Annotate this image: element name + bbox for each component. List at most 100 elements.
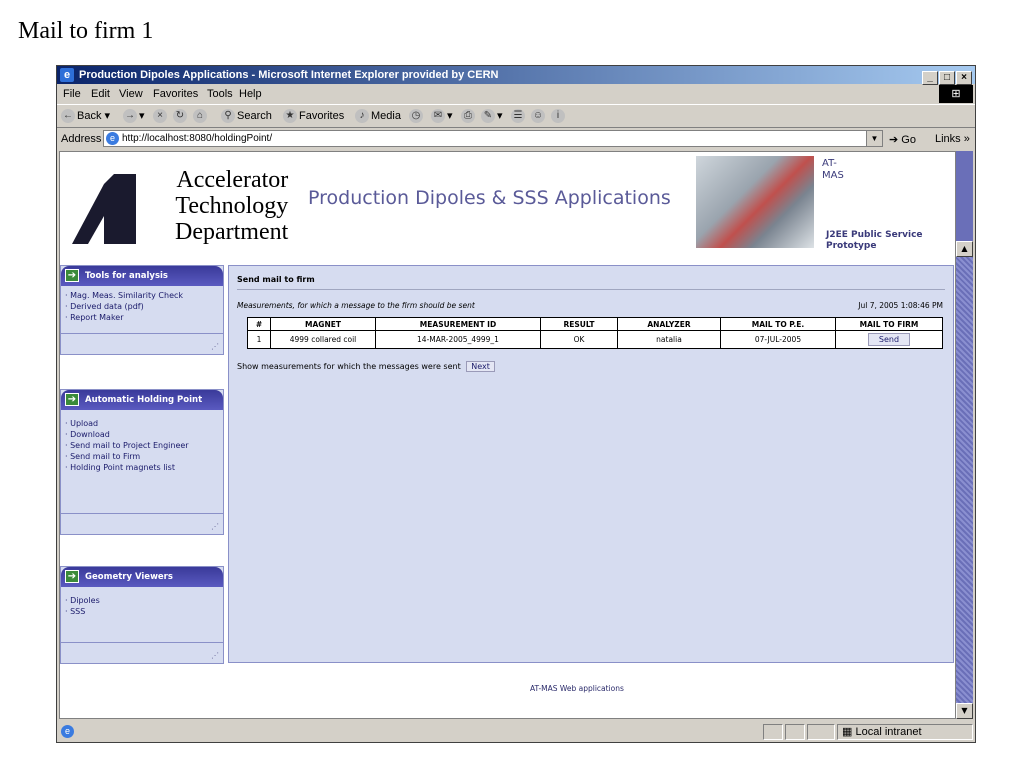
messenger-icon: ☺ <box>531 109 545 123</box>
search-button[interactable]: ⚲ Search <box>221 109 272 123</box>
col-mail-pe: MAIL TO P.E. <box>720 317 836 331</box>
arrow-right-icon: ➔ <box>65 570 79 583</box>
minimize-button[interactable]: _ <box>922 71 938 85</box>
sidebar-link-send-mail-pe[interactable]: · Send mail to Project Engineer <box>65 440 219 451</box>
next-button[interactable]: Next <box>466 361 495 372</box>
links-button[interactable]: Links » <box>935 133 970 145</box>
panel-header: ➔ Tools for analysis <box>61 266 223 286</box>
resize-grip-icon: ⋰ <box>211 522 219 531</box>
scroll-thumb[interactable] <box>956 257 973 703</box>
ie-icon: e <box>60 68 74 82</box>
refresh-button[interactable]: ↻ <box>173 109 189 123</box>
browser-window: e Production Dipoles Applications - Micr… <box>56 65 976 743</box>
messenger-button[interactable]: ☺ <box>531 109 547 123</box>
address-label: Address <box>61 133 102 145</box>
cell-measurement-id: 14-MAR-2005_4999_1 <box>375 330 541 349</box>
info-button[interactable]: i <box>551 109 567 123</box>
print-button[interactable]: ⎙ <box>461 109 477 123</box>
col-mail-firm: MAIL TO FIRM <box>835 317 943 331</box>
scroll-down-icon[interactable]: ▼ <box>956 703 973 719</box>
sidebar-link-holding-point-list[interactable]: · Holding Point magnets list <box>65 462 219 473</box>
panel-automatic-holding-point: ➔ Automatic Holding Point · Upload · Dow… <box>60 389 224 535</box>
col-measurement-id: MEASUREMENT ID <box>375 317 541 331</box>
window-title: Production Dipoles Applications - Micros… <box>79 69 499 81</box>
media-button[interactable]: ♪ Media <box>355 109 401 123</box>
menu-bar: File Edit View Favorites Tools Help ⊞ <box>57 84 975 105</box>
cell-result: OK <box>540 330 618 349</box>
history-icon: ◷ <box>409 109 423 123</box>
go-button[interactable]: ➔ Go <box>889 133 916 146</box>
sidebar-link-dipoles[interactable]: · Dipoles <box>65 595 219 606</box>
home-button[interactable]: ⌂ <box>193 109 209 123</box>
menu-view[interactable]: View <box>119 88 143 100</box>
mail-icon: ✉ <box>431 109 445 124</box>
print-icon: ⎙ <box>461 109 475 123</box>
favorites-button[interactable]: ★ Favorites <box>283 109 344 123</box>
stop-button[interactable]: × <box>153 109 169 123</box>
panel-geometry-viewers: ➔ Geometry Viewers · Dipoles · SSS ⋰ <box>60 566 224 664</box>
address-value: http://localhost:8080/holdingPoint/ <box>122 133 273 144</box>
arrow-right-icon: ➔ <box>65 269 79 282</box>
status-bar: e ▦ Local intranet <box>57 722 975 742</box>
resize-grip-icon: ⋰ <box>211 342 219 351</box>
address-input[interactable]: e http://localhost:8080/holdingPoint/ ▼ <box>103 130 883 147</box>
timestamp: Jul 7, 2005 1:08:46 PM <box>858 301 943 310</box>
send-button[interactable]: Send <box>867 333 911 346</box>
menu-file[interactable]: File <box>63 88 81 100</box>
forward-button[interactable]: → ▾ <box>123 109 145 124</box>
sidebar-link-download[interactable]: · Download <box>65 429 219 440</box>
cell-mail-firm: Send <box>835 330 943 349</box>
stop-icon: × <box>153 109 167 123</box>
footer-link[interactable]: AT-MAS Web applications <box>530 684 624 693</box>
resize-grip-icon: ⋰ <box>211 651 219 660</box>
table-row: 1 4999 collared coil 14-MAR-2005_4999_1 … <box>247 330 943 349</box>
mail-button[interactable]: ✉ ▾ <box>431 109 453 124</box>
table-header-row: # MAGNET MEASUREMENT ID RESULT ANALYZER … <box>247 317 943 331</box>
edit-icon: ✎ <box>481 109 495 124</box>
sidebar-link-similarity-check[interactable]: · Mag. Meas. Similarity Check <box>65 290 219 301</box>
discuss-button[interactable]: ☰ <box>511 109 527 123</box>
menu-favorites[interactable]: Favorites <box>153 88 198 100</box>
col-magnet: MAGNET <box>270 317 376 331</box>
edit-button[interactable]: ✎ ▾ <box>481 109 503 124</box>
status-cell <box>785 724 805 740</box>
logo-line-accelerator: Accelerator <box>176 167 289 193</box>
maximize-button[interactable]: □ <box>939 71 955 85</box>
menu-edit[interactable]: Edit <box>91 88 110 100</box>
address-bar: Address e http://localhost:8080/holdingP… <box>57 128 975 150</box>
at-logo-icon <box>72 174 136 244</box>
show-sent-row: Show measurements for which the messages… <box>237 361 495 372</box>
sidebar-link-report-maker[interactable]: · Report Maker <box>65 312 219 323</box>
col-analyzer: ANALYZER <box>617 317 721 331</box>
logo-line-department: Department <box>175 219 289 245</box>
logo-line-technology: Technology <box>175 193 289 219</box>
close-button[interactable]: × <box>956 71 972 85</box>
status-cell <box>807 724 835 740</box>
slide-title: Mail to firm 1 <box>18 18 154 44</box>
menu-help[interactable]: Help <box>239 88 262 100</box>
back-button[interactable]: ← Back ▾ <box>61 109 110 124</box>
windows-logo-icon: ⊞ <box>939 85 973 103</box>
panel-header: ➔ Geometry Viewers <box>61 567 223 587</box>
cell-analyzer: natalia <box>617 330 721 349</box>
sidebar-link-upload[interactable]: · Upload <box>65 418 219 429</box>
atmas-label: AT- MAS <box>822 158 844 181</box>
status-cell <box>763 724 783 740</box>
menu-tools[interactable]: Tools <box>207 88 233 100</box>
main-panel: Send mail to firm Measurements, for whic… <box>228 265 954 663</box>
sidebar-link-send-mail-firm[interactable]: · Send mail to Firm <box>65 451 219 462</box>
cell-magnet: 4999 collared coil <box>270 330 376 349</box>
favorites-icon: ★ <box>283 109 297 123</box>
sidebar-link-derived-data[interactable]: · Derived data (pdf) <box>65 301 219 312</box>
home-icon: ⌂ <box>193 109 207 123</box>
go-arrow-icon: ➔ <box>889 134 899 146</box>
history-button[interactable]: ◷ <box>409 109 425 123</box>
security-zone: ▦ Local intranet <box>837 724 973 740</box>
col-result: RESULT <box>540 317 618 331</box>
sidebar-link-sss[interactable]: · SSS <box>65 606 219 617</box>
scroll-up-icon[interactable]: ▲ <box>956 241 973 257</box>
search-icon: ⚲ <box>221 109 235 123</box>
address-dropdown-icon[interactable]: ▼ <box>866 131 882 146</box>
vertical-scrollbar[interactable]: ▲ ▼ <box>956 151 973 719</box>
intranet-icon: ▦ <box>842 726 853 738</box>
